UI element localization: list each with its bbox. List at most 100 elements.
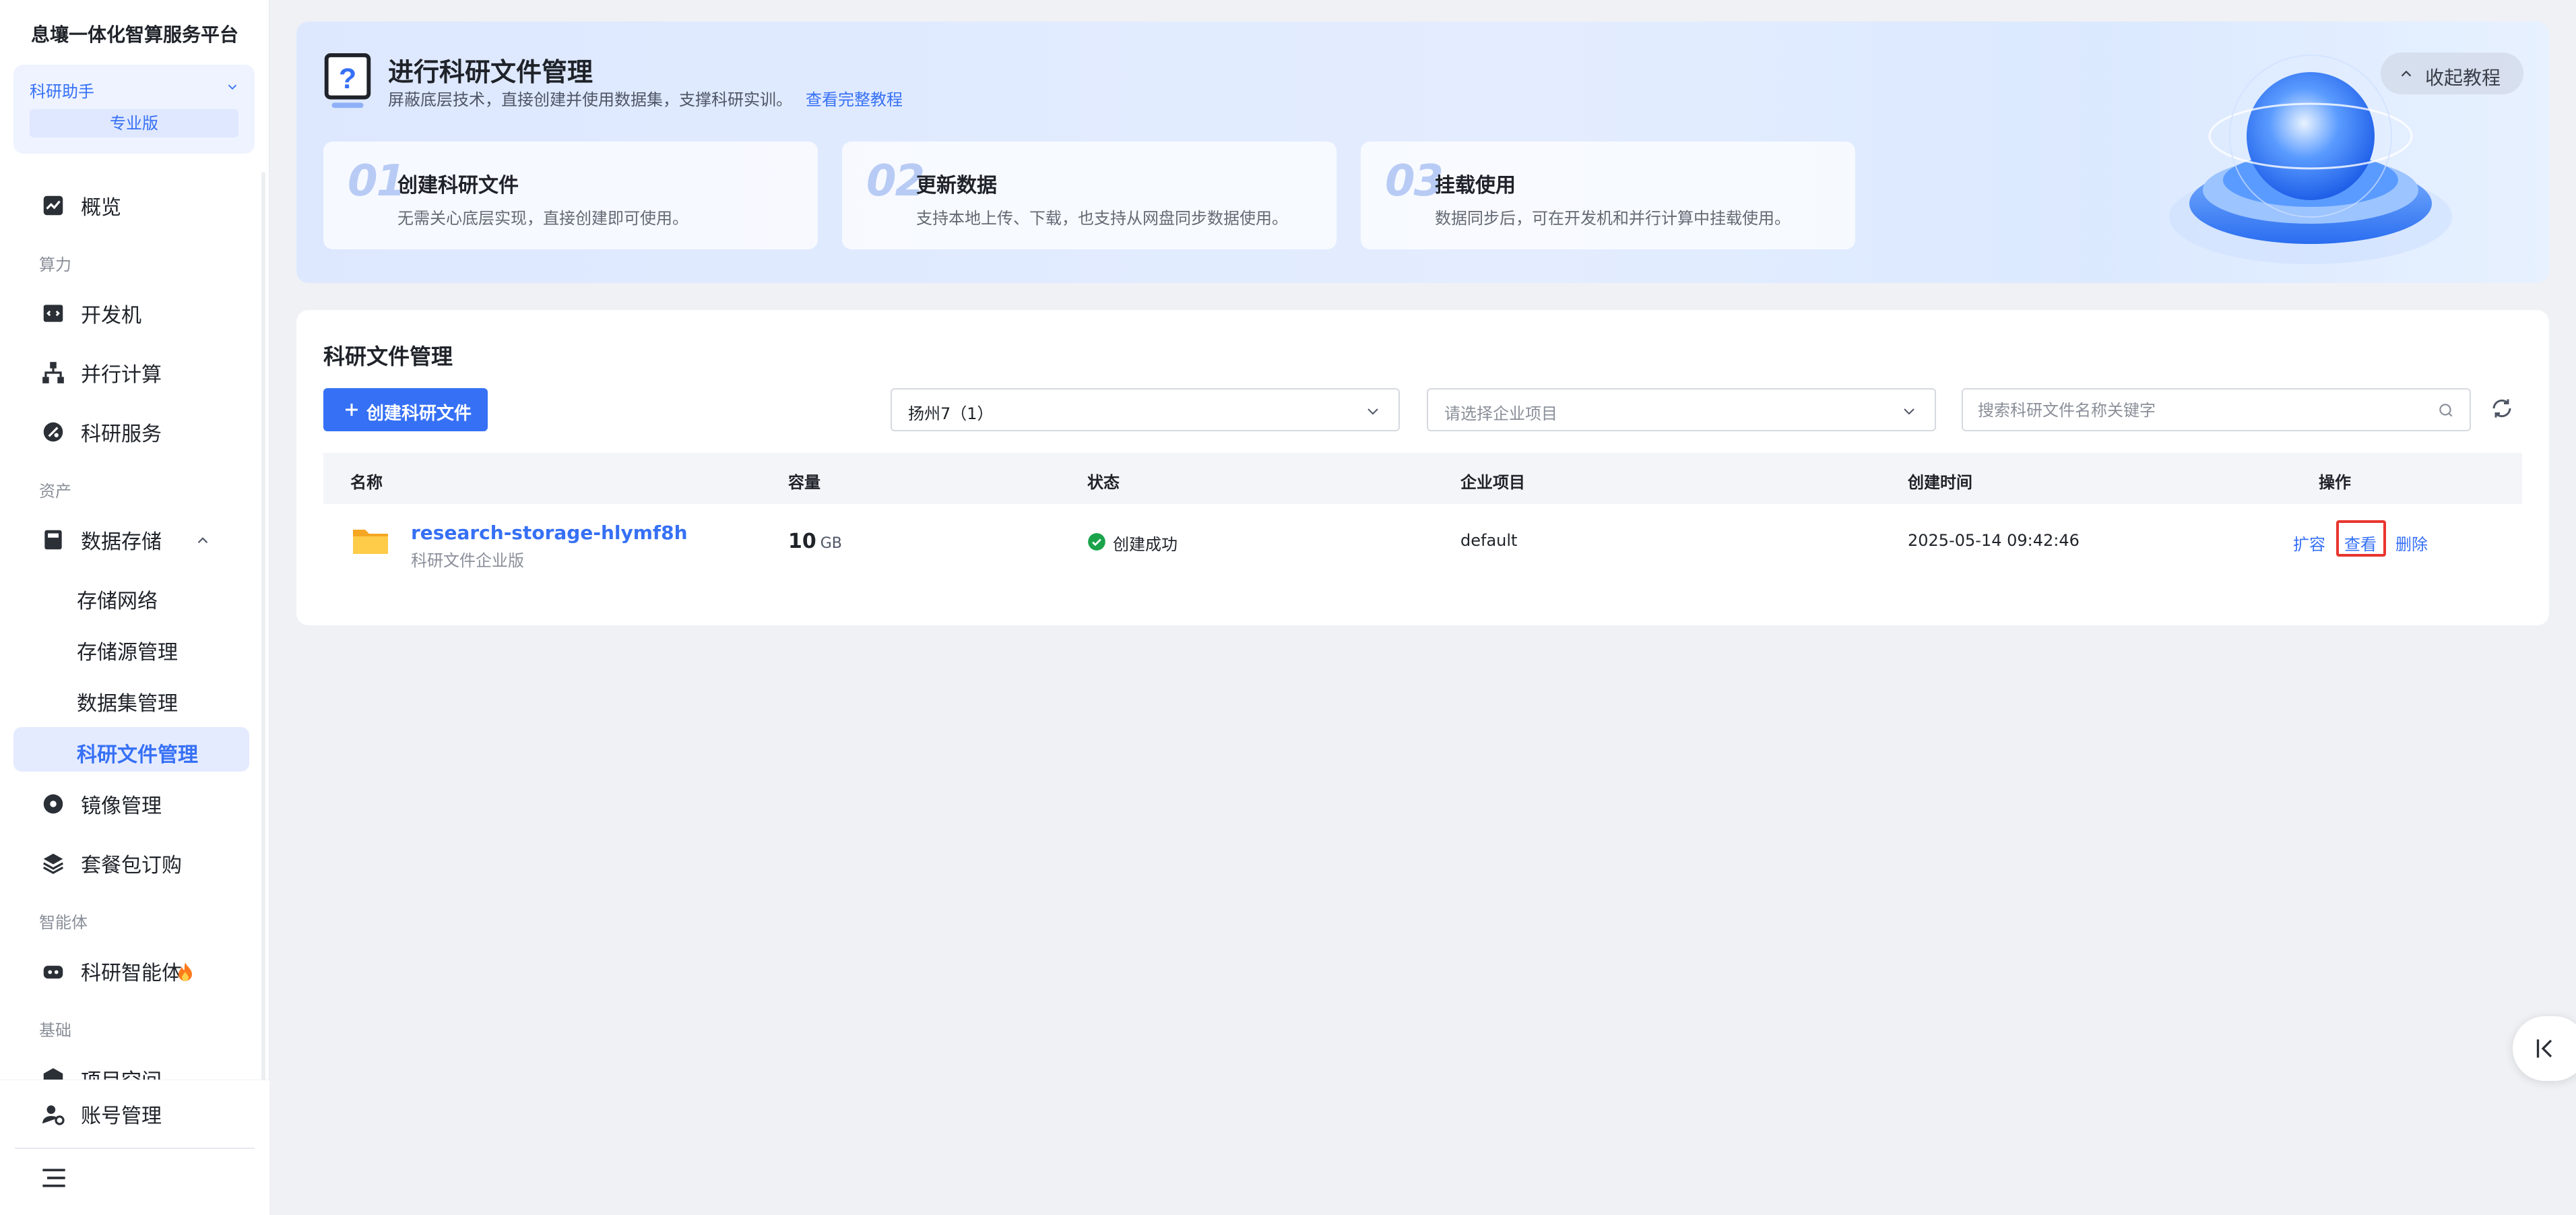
nav-group-base: 基础 bbox=[39, 1021, 71, 1040]
nav-group-agent: 智能体 bbox=[39, 913, 88, 932]
chevron-down-icon bbox=[1367, 408, 1378, 415]
step-number: 01 bbox=[348, 156, 406, 206]
sidebar-footer: 账号管理 bbox=[0, 1080, 269, 1215]
collapse-tutorial-button[interactable]: 收起教程 bbox=[2381, 53, 2523, 94]
project-select[interactable]: 请选择企业项目 bbox=[1427, 388, 1936, 431]
banner-desc-text: 屏蔽底层技术，直接创建并使用数据集，支撑科研实训。 bbox=[388, 90, 792, 109]
status-text: 创建成功 bbox=[1113, 535, 1178, 554]
region-select[interactable]: 扬州7（1） bbox=[891, 388, 1400, 431]
sidebar-item-storage-source[interactable]: 存储源管理 bbox=[13, 625, 249, 669]
column-header-project: 企业项目 bbox=[1460, 473, 1525, 492]
expand-button[interactable]: 扩容 bbox=[2293, 531, 2325, 555]
sidebar-item-dataset[interactable]: 数据集管理 bbox=[13, 676, 249, 720]
page-title: 科研文件管理 bbox=[323, 344, 453, 369]
storage-icon bbox=[44, 530, 62, 550]
sidebar-item-dev-machine[interactable]: 开发机 bbox=[13, 290, 249, 336]
sidebar-item-label: 存储源管理 bbox=[77, 641, 178, 664]
table-row: research-storage-hlymf8h 科研文件企业版 10 GB 创建… bbox=[323, 504, 2522, 585]
sidebar-item-data-storage[interactable]: 数据存储 bbox=[13, 517, 249, 563]
chevron-up-icon bbox=[197, 537, 208, 544]
collapse-left-icon bbox=[2536, 1039, 2552, 1058]
sidebar-item-research-files[interactable]: 科研文件管理 bbox=[13, 727, 249, 772]
sidebar-item-account[interactable]: 账号管理 bbox=[13, 1091, 249, 1137]
menu-toggle-icon[interactable] bbox=[40, 1166, 67, 1189]
column-header-status: 状态 bbox=[1087, 473, 1120, 492]
sidebar-nav: 概览 算力 开发机 并行计算 科研服务 资产 数据存储 存储网络 存储源管理 数… bbox=[0, 172, 269, 1082]
sidebar-item-label: 账号管理 bbox=[81, 1104, 162, 1128]
svg-text:?: ? bbox=[339, 63, 356, 95]
sidebar-item-label: 科研服务 bbox=[81, 423, 162, 446]
check-circle-icon bbox=[1088, 533, 1105, 551]
table-header: 名称 容量 状态 企业项目 创建时间 操作 bbox=[323, 453, 2522, 504]
create-research-file-button[interactable]: 创建科研文件 bbox=[323, 388, 488, 431]
create-button-label: 创建科研文件 bbox=[366, 404, 472, 424]
chevron-down-icon bbox=[1904, 408, 1914, 415]
robot-icon bbox=[43, 966, 63, 979]
step-description: 支持本地上传、下载，也支持从网盘同步数据使用。 bbox=[916, 209, 1288, 228]
sidebar-item-label: 科研智能体 bbox=[81, 962, 182, 985]
assistant-name: 科研助手 bbox=[30, 82, 94, 101]
sidebar-item-parallel[interactable]: 并行计算 bbox=[13, 350, 249, 396]
edition-badge: 专业版 bbox=[30, 109, 238, 137]
sidebar-item-storage-network[interactable]: 存储网络 bbox=[13, 573, 249, 618]
code-window-icon bbox=[43, 305, 63, 322]
file-type: 科研文件企业版 bbox=[411, 551, 524, 570]
region-select-value: 扬州7（1） bbox=[908, 404, 994, 423]
view-button[interactable]: 查看 bbox=[2344, 531, 2377, 555]
column-header-name: 名称 bbox=[350, 473, 383, 492]
banner-title: 进行科研文件管理 bbox=[388, 57, 593, 87]
sidebar-item-label: 概览 bbox=[81, 196, 121, 220]
sidebar-divider bbox=[15, 1148, 255, 1149]
chevron-up-icon bbox=[2401, 70, 2412, 77]
nav-group-compute: 算力 bbox=[39, 255, 71, 274]
sidebar-item-overview[interactable]: 概览 bbox=[13, 183, 249, 228]
tutorial-banner: ? 进行科研文件管理 屏蔽底层技术，直接创建并使用数据集，支撑科研实训。 查看完整… bbox=[296, 22, 2549, 283]
brand-title: 息壤一体化智算服务平台 bbox=[30, 24, 238, 46]
collapse-tutorial-label: 收起教程 bbox=[2425, 67, 2501, 89]
folder-icon bbox=[353, 530, 388, 554]
step-title: 创建科研文件 bbox=[397, 174, 519, 197]
sidebar-item-project-space[interactable]: 项目空间 bbox=[13, 1056, 249, 1082]
sidebar: 息壤一体化智算服务平台 科研助手 专业版 概览 算力 开发机 并行计算 科研服务… bbox=[0, 0, 269, 1215]
column-header-created: 创建时间 bbox=[1908, 473, 1972, 492]
sidebar-item-image-mgmt[interactable]: 镜像管理 bbox=[13, 781, 249, 827]
research-files-panel: 科研文件管理 创建科研文件 扬州7（1） 请选择企业项目 名称 容量 状态 企业… bbox=[296, 310, 2549, 625]
plus-icon bbox=[346, 404, 358, 416]
layers-icon bbox=[42, 853, 64, 875]
sidebar-item-label: 数据存储 bbox=[81, 530, 162, 554]
collapse-panel-button[interactable] bbox=[2513, 1016, 2576, 1081]
sidebar-item-research-agent[interactable]: 科研智能体 bbox=[13, 948, 249, 994]
capacity-unit: GB bbox=[820, 535, 842, 552]
search-field[interactable] bbox=[1962, 388, 2471, 431]
chart-icon bbox=[43, 195, 63, 216]
sidebar-item-package[interactable]: 套餐包订购 bbox=[13, 840, 249, 886]
search-icon[interactable] bbox=[2437, 402, 2455, 419]
assistant-switcher[interactable]: 科研助手 专业版 bbox=[13, 65, 255, 154]
project-select-placeholder: 请选择企业项目 bbox=[1444, 404, 1557, 423]
capacity-number: 10 bbox=[788, 530, 816, 553]
flask-icon bbox=[43, 422, 63, 442]
capacity-value: 10 GB bbox=[788, 530, 842, 553]
step-card-2: 02 更新数据 支持本地上传、下载，也支持从网盘同步数据使用。 bbox=[842, 142, 1337, 249]
step-card-3: 03 挂载使用 数据同步后，可在开发机和并行计算中挂载使用。 bbox=[1361, 142, 1855, 249]
sidebar-item-research-service[interactable]: 科研服务 bbox=[13, 409, 249, 455]
user-settings-icon bbox=[42, 1105, 65, 1125]
search-input[interactable] bbox=[1978, 399, 2416, 422]
sidebar-item-label: 科研文件管理 bbox=[77, 743, 198, 767]
column-header-capacity: 容量 bbox=[788, 473, 820, 492]
sidebar-item-label: 并行计算 bbox=[81, 363, 162, 387]
refresh-icon[interactable] bbox=[2490, 396, 2514, 420]
step-title: 更新数据 bbox=[916, 174, 997, 197]
delete-button[interactable]: 删除 bbox=[2395, 531, 2428, 555]
sidebar-item-label: 套餐包订购 bbox=[81, 854, 182, 877]
file-name-link[interactable]: research-storage-hlymf8h bbox=[411, 522, 688, 544]
full-tutorial-link[interactable]: 查看完整教程 bbox=[806, 90, 903, 109]
project-value: default bbox=[1460, 531, 1518, 550]
step-description: 数据同步后，可在开发机和并行计算中挂载使用。 bbox=[1435, 209, 1791, 228]
column-header-actions: 操作 bbox=[2319, 473, 2351, 492]
step-description: 无需关心底层实现，直接创建即可使用。 bbox=[397, 209, 688, 228]
disc-icon bbox=[43, 794, 63, 814]
sidebar-item-label: 镜像管理 bbox=[81, 795, 162, 818]
step-card-1: 01 创建科研文件 无需关心底层实现，直接创建即可使用。 bbox=[323, 142, 818, 249]
nav-group-assets: 资产 bbox=[39, 482, 71, 501]
